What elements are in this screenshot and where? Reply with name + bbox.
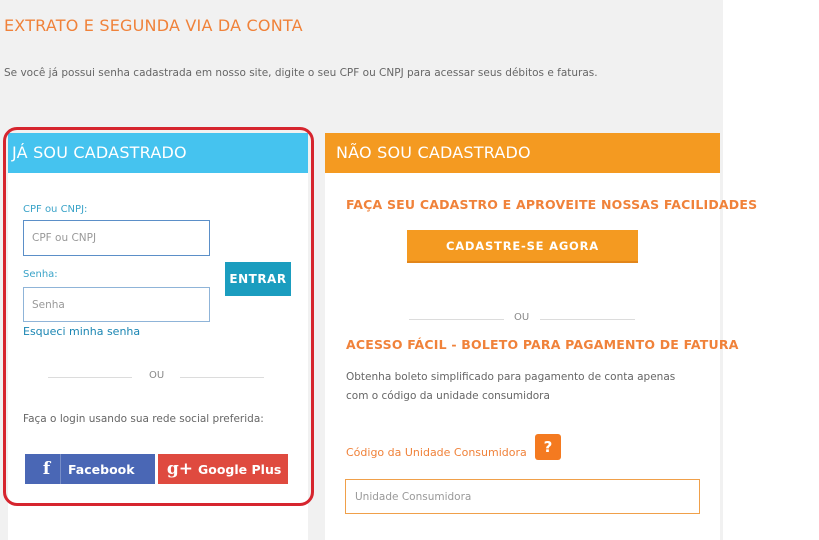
intro-text: Se você já possui senha cadastrada em no… (4, 67, 598, 79)
cpf-input[interactable]: CPF ou CNPJ (23, 220, 210, 256)
divider-line-right (540, 319, 635, 320)
page-title: EXTRATO E SEGUNDA VIA DA CONTA (4, 16, 303, 35)
divider-line-left (48, 377, 132, 378)
enter-button[interactable]: ENTRAR (225, 262, 291, 296)
register-or-divider: OU (409, 312, 635, 326)
forgot-password-link[interactable]: Esqueci minha senha (23, 325, 140, 338)
cpf-label: CPF ou CNPJ: (23, 204, 88, 215)
login-or-divider: OU (48, 370, 264, 384)
register-subheading: FAÇA SEU CADASTRO E APROVEITE NOSSAS FAC… (346, 197, 758, 212)
google-plus-button-label: Google Plus (198, 462, 282, 477)
boleto-heading: ACESSO FÁCIL - BOLETO PARA PAGAMENTO DE … (346, 337, 739, 352)
or-text: OU (514, 312, 530, 323)
register-button[interactable]: CADASTRE-SE AGORA (407, 230, 638, 263)
boleto-description: Obtenha boleto simplificado para pagamen… (346, 371, 676, 402)
google-plus-login-button[interactable]: g+ Google Plus (158, 454, 288, 484)
facebook-icon: f (33, 454, 61, 484)
senha-label: Senha: (23, 269, 58, 280)
divider-line-right (180, 377, 264, 378)
or-text: OU (149, 370, 165, 381)
login-panel-heading: JÁ SOU CADASTRADO (8, 133, 308, 173)
senha-input[interactable]: Senha (23, 287, 210, 322)
social-login-text: Faça o login usando sua rede social pref… (23, 413, 264, 425)
uc-label: Código da Unidade Consumidora (346, 446, 527, 459)
facebook-button-label: Facebook (68, 462, 135, 477)
uc-input[interactable]: Unidade Consumidora (345, 479, 700, 514)
google-plus-icon: g+ (166, 459, 194, 479)
divider-line-left (409, 319, 504, 320)
register-panel-heading: NÃO SOU CADASTRADO (325, 133, 720, 173)
help-icon[interactable]: ? (535, 434, 561, 460)
facebook-login-button[interactable]: f Facebook (25, 454, 155, 484)
